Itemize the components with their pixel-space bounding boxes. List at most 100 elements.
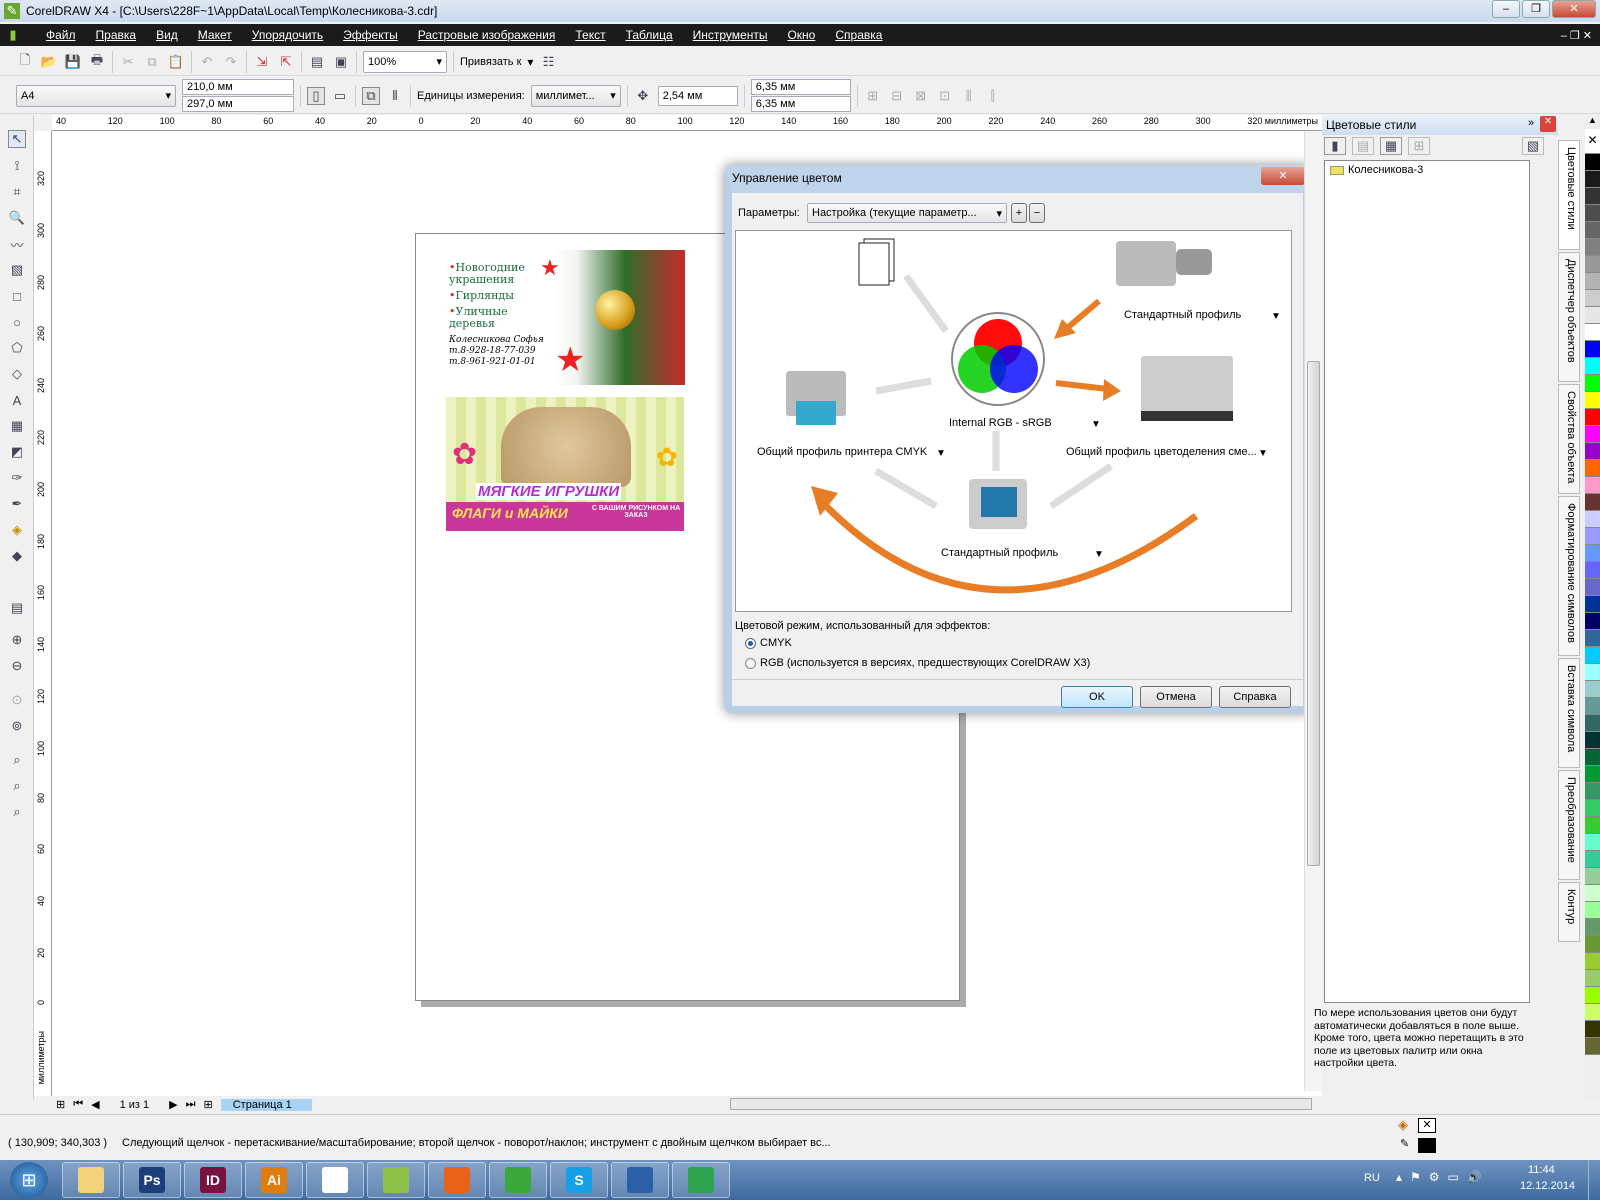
units-select[interactable]: миллимет... ▾ bbox=[530, 84, 621, 107]
color-swatch[interactable] bbox=[1585, 238, 1600, 256]
color-swatch[interactable] bbox=[1585, 340, 1600, 358]
align-icon[interactable]: ⊡ bbox=[936, 87, 954, 105]
scrollbar-thumb[interactable] bbox=[1307, 361, 1320, 866]
palette-scroll-up-icon[interactable]: ▲ bbox=[1585, 115, 1600, 129]
color-swatch[interactable] bbox=[1585, 595, 1600, 613]
color-swatch[interactable] bbox=[1585, 731, 1600, 749]
cut-icon[interactable]: ✂ bbox=[119, 53, 137, 71]
menu-effects[interactable]: Эффекты bbox=[333, 28, 408, 42]
auto-create-styles-icon[interactable]: ▦ bbox=[1380, 137, 1402, 155]
tab-character-formatting[interactable]: Форматирование символов bbox=[1558, 496, 1580, 656]
menu-file[interactable]: Файл bbox=[36, 28, 86, 42]
page-width-field[interactable]: 210,0 мм bbox=[182, 79, 294, 95]
color-swatch[interactable] bbox=[1585, 816, 1600, 834]
color-swatch[interactable] bbox=[1585, 952, 1600, 970]
color-swatch[interactable] bbox=[1585, 408, 1600, 426]
monitor-profile-select[interactable]: Стандартный профиль bbox=[941, 547, 1058, 559]
taskbar-app-button[interactable]: Ps bbox=[123, 1162, 181, 1198]
landscape-icon[interactable]: ▭ bbox=[331, 87, 349, 105]
color-swatch[interactable] bbox=[1585, 357, 1600, 375]
zoom-all-icon[interactable]: ⊚ bbox=[8, 717, 26, 735]
add-preset-button[interactable]: + bbox=[1011, 203, 1027, 223]
align-icon[interactable]: ⊞ bbox=[864, 87, 882, 105]
color-swatch[interactable] bbox=[1585, 612, 1600, 630]
color-swatch[interactable] bbox=[1585, 884, 1600, 902]
business-card-newyear[interactable]: ★ ★ •Новогодние украшения •Гирлянды •Ули… bbox=[445, 250, 685, 385]
menu-help[interactable]: Справка bbox=[825, 28, 892, 42]
polygon-tool-icon[interactable]: ⬠ bbox=[8, 339, 26, 357]
table-tool-icon[interactable]: ▦ bbox=[8, 417, 26, 435]
start-button[interactable]: ⊞ bbox=[10, 1162, 48, 1198]
duplicate-y-field[interactable]: 6,35 мм bbox=[750, 96, 851, 112]
color-swatch[interactable] bbox=[1585, 646, 1600, 664]
pick-tool-icon[interactable]: ↖ bbox=[8, 130, 26, 148]
menu-layout[interactable]: Макет bbox=[188, 28, 242, 42]
save-icon[interactable]: 💾 bbox=[64, 53, 82, 71]
zoom-width-icon[interactable]: ⌕ bbox=[8, 777, 26, 795]
color-swatch[interactable] bbox=[1585, 663, 1600, 681]
edit-styles-icon[interactable]: ⊞ bbox=[1408, 137, 1430, 155]
color-swatch[interactable] bbox=[1585, 850, 1600, 868]
color-swatch[interactable] bbox=[1585, 170, 1600, 188]
duplicate-x-field[interactable]: 6,35 мм bbox=[750, 79, 851, 95]
color-swatch[interactable] bbox=[1585, 1003, 1600, 1021]
color-swatch[interactable] bbox=[1585, 680, 1600, 698]
taskbar-app-button[interactable] bbox=[62, 1162, 120, 1198]
taskbar-app-button[interactable]: ID bbox=[184, 1162, 242, 1198]
show-desktop-button[interactable] bbox=[1588, 1160, 1600, 1200]
zoom-height-icon[interactable]: ⌕ bbox=[8, 803, 26, 821]
color-swatch[interactable] bbox=[1585, 799, 1600, 817]
ok-button[interactable]: OK bbox=[1061, 686, 1133, 708]
ellipse-tool-icon[interactable]: ○ bbox=[8, 313, 26, 331]
restore-button[interactable]: ❐ bbox=[1522, 0, 1550, 18]
color-swatch[interactable] bbox=[1585, 697, 1600, 715]
add-page-icon[interactable]: ⊞ bbox=[56, 1098, 65, 1111]
color-swatch[interactable] bbox=[1585, 867, 1600, 885]
color-swatch[interactable] bbox=[1585, 510, 1600, 528]
vertical-ruler[interactable]: 320 300 280 260 240 220 200 180 160 140 120 100 80 60… bbox=[34, 131, 52, 1096]
menu-text[interactable]: Текст bbox=[565, 28, 615, 42]
taskbar-app-button[interactable] bbox=[611, 1162, 669, 1198]
docker-close-button[interactable]: ✕ bbox=[1540, 116, 1556, 132]
zoom-tool-icon[interactable]: 🔍 bbox=[8, 209, 26, 227]
import-export-icon[interactable]: ▧ bbox=[1522, 137, 1544, 155]
menu-view[interactable]: Вид bbox=[146, 28, 188, 42]
color-swatch[interactable] bbox=[1585, 289, 1600, 307]
zoom-selected-icon[interactable]: ⊙ bbox=[8, 691, 26, 709]
scanner-profile-select[interactable]: Стандартный профиль bbox=[1124, 309, 1241, 321]
taskbar-app-button[interactable] bbox=[367, 1162, 425, 1198]
taskbar-app-button[interactable] bbox=[306, 1162, 364, 1198]
taskbar-app-button[interactable]: S bbox=[550, 1162, 608, 1198]
color-swatch[interactable] bbox=[1585, 901, 1600, 919]
color-swatch[interactable] bbox=[1585, 374, 1600, 392]
options-icon[interactable]: ☷ bbox=[539, 53, 557, 71]
color-styles-list[interactable]: Колесникова-3 bbox=[1324, 160, 1530, 1003]
menu-edit[interactable]: Правка bbox=[86, 28, 147, 42]
tab-transformation[interactable]: Преобразование bbox=[1558, 770, 1580, 880]
dropdown-arrow-icon[interactable]: ▼ bbox=[1258, 448, 1268, 459]
fill-none-swatch[interactable]: ✕ bbox=[1418, 1118, 1436, 1133]
view-manager-icon[interactable]: ▤ bbox=[8, 599, 26, 617]
distribute-icon[interactable]: ⫿ bbox=[984, 87, 1002, 105]
menu-bitmaps[interactable]: Растровые изображения bbox=[408, 28, 566, 42]
fill-icon[interactable]: ◈ bbox=[1398, 1117, 1408, 1133]
application-launcher-icon[interactable]: ▤ bbox=[308, 53, 326, 71]
distribute-icon[interactable]: ⫼ bbox=[960, 87, 978, 105]
no-color-swatch[interactable]: ✕ bbox=[1585, 129, 1600, 154]
all-pages-icon[interactable]: ⧉ bbox=[362, 86, 380, 105]
zoom-select[interactable]: 100% ▾ bbox=[363, 50, 447, 73]
color-swatch[interactable] bbox=[1585, 986, 1600, 1004]
outline-tool-icon[interactable]: ✒ bbox=[8, 495, 26, 513]
printer-profile-select[interactable]: Общий профиль принтера CMYK bbox=[757, 446, 927, 458]
color-swatch[interactable] bbox=[1585, 578, 1600, 596]
color-swatch[interactable] bbox=[1585, 442, 1600, 460]
separation-profile-select[interactable]: Общий профиль цветоделения сме... bbox=[1066, 446, 1257, 458]
business-card-toys[interactable]: ✿ ✿ МЯГКИЕ ИГРУШКИ ФЛАГИ и МАЙКИ С ВАШИМ… bbox=[446, 397, 684, 531]
open-icon[interactable]: 📂 bbox=[40, 53, 58, 71]
menu-arrange[interactable]: Упорядочить bbox=[242, 28, 333, 42]
current-page-icon[interactable]: ⫴ bbox=[386, 87, 404, 105]
taskbar-app-button[interactable] bbox=[489, 1162, 547, 1198]
zoom-in-icon[interactable]: ⊕ bbox=[8, 631, 26, 649]
fill-tool-icon[interactable]: ◈ bbox=[8, 521, 26, 539]
doc-window-controls[interactable]: – ❐ ✕ bbox=[1561, 29, 1592, 42]
